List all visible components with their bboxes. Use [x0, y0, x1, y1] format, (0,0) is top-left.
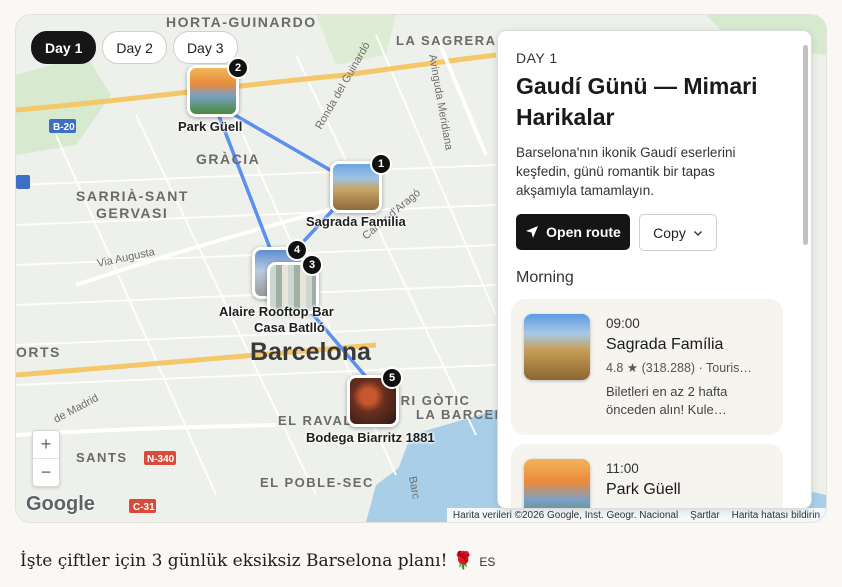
item-note: Biletleri en az 2 hafta önceden alın! Ku…: [606, 384, 728, 417]
copy-label: Copy: [653, 224, 686, 241]
itinerary-item[interactable]: 11:00 Park Güell: [511, 444, 783, 508]
zoom-control: + −: [32, 430, 60, 487]
tab-day-3[interactable]: Day 3: [172, 31, 238, 64]
section-morning: Morning: [516, 269, 574, 286]
chevron-down-icon: [693, 230, 702, 236]
google-logo: Google: [26, 493, 95, 515]
marker-label: Park Güell: [178, 119, 243, 134]
tab-day-1[interactable]: Day 1: [31, 31, 97, 64]
district-label: EL RAVAL: [278, 413, 353, 428]
map-marker-bodega-biarritz[interactable]: 5: [347, 367, 403, 427]
itinerary-item[interactable]: 09:00 Sagrada Família 4.8 ★ (318.288) · …: [511, 299, 783, 435]
open-route-label: Open route: [546, 224, 621, 240]
place-photo: [524, 314, 590, 380]
marker-number: 3: [301, 254, 323, 276]
place-photo: [524, 459, 590, 508]
zoom-in-button[interactable]: +: [33, 431, 59, 458]
copy-button[interactable]: Copy: [639, 214, 717, 251]
day-label: DAY 1: [516, 50, 558, 66]
caption-text: İşte çiftler için 3 günlük eksiksiz Bars…: [20, 551, 474, 571]
item-time: 09:00: [606, 316, 640, 331]
panel-scrollbar[interactable]: [803, 45, 808, 505]
zoom-out-button[interactable]: −: [33, 458, 59, 486]
report-error-link[interactable]: Harita hatası bildirin: [732, 510, 820, 521]
tab-day-2[interactable]: Day 2: [102, 31, 167, 64]
marker-label: Casa Batlló: [254, 320, 325, 335]
district-label: SARRIÀ-SANT: [76, 188, 189, 204]
day-description: Barselona'nın ikonik Gaudí eserlerini ke…: [516, 145, 736, 198]
district-label: LA SAGRERA: [396, 33, 496, 48]
map-attribution: Harita verileri ©2026 Google, Inst. Geog…: [446, 508, 826, 522]
marker-label: Alaire Rooftop Bar: [219, 304, 334, 319]
item-rating: 4.8: [606, 361, 624, 375]
marker-label: Bodega Biarritz 1881: [306, 430, 435, 445]
day-tabs: Day 1 Day 2 Day 3: [31, 31, 238, 64]
road-shield: C-31: [133, 502, 155, 513]
district-label: GRÀCIA: [196, 151, 260, 167]
navigation-arrow-icon: [526, 226, 539, 238]
chat-caption: İşte çiftler için 3 günlük eksiksiz Bars…: [20, 551, 495, 571]
city-label: Barcelona: [250, 338, 372, 366]
item-reviews: (318.288): [641, 361, 696, 375]
district-label: ORTS: [16, 344, 61, 360]
item-category: Touris…: [706, 361, 752, 375]
marker-number: 5: [381, 367, 403, 389]
map-marker-park-guell[interactable]: 2: [187, 57, 249, 117]
open-route-button[interactable]: Open route: [516, 214, 630, 250]
map-marker-sagrada-familia[interactable]: 1: [330, 153, 392, 213]
district-label: EL POBLE-SEC: [260, 475, 374, 490]
attribution-text: Harita verileri ©2026 Google, Inst. Geog…: [452, 509, 679, 521]
district-label: HORTA-GUINARDO: [166, 15, 317, 30]
marker-label: Sagrada Familia: [306, 214, 406, 229]
item-time: 11:00: [606, 461, 639, 476]
road-shield: B-20: [53, 122, 75, 133]
star-icon: ★: [626, 361, 639, 375]
language-tag: ES: [479, 555, 496, 569]
scrollbar-thumb[interactable]: [803, 45, 808, 245]
map-card: HORTA-GUINARDO LA SAGRERA GRÀCIA SARRIÀ-…: [15, 14, 827, 523]
district-label: GERVASI: [96, 205, 168, 221]
marker-number: 1: [370, 153, 392, 175]
day-panel: DAY 1 Gaudí Günü — Mimari Harikalar Bars…: [497, 30, 812, 509]
item-name: Sagrada Família: [606, 336, 724, 353]
item-meta: 4.8 ★ (318.288) · Touris…: [606, 360, 771, 375]
meta-separator: ·: [698, 361, 706, 375]
road-shield: N-340: [147, 454, 175, 465]
terms-link[interactable]: Şartlar: [690, 510, 719, 521]
marker-number: 2: [227, 57, 249, 79]
item-name: Park Güell: [606, 481, 681, 498]
day-title: Gaudí Günü — Mimari Harikalar: [516, 73, 758, 130]
district-label: SANTS: [76, 450, 128, 465]
